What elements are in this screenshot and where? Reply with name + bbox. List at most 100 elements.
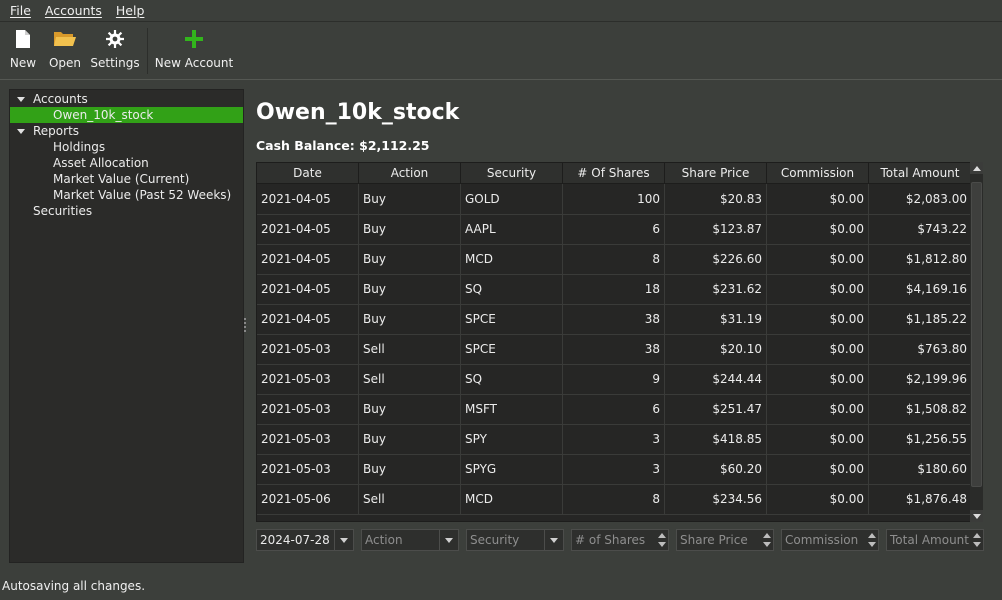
table-row[interactable]: 2021-04-05 Buy SQ 18 $231.62 $0.00 $4,169.16 <box>257 274 971 305</box>
cell-shares[interactable]: 8 <box>563 484 665 514</box>
column-header-security[interactable]: Security <box>461 163 563 183</box>
cell-share-price[interactable]: $31.19 <box>665 304 767 334</box>
cell-security[interactable]: SPCE <box>461 334 563 364</box>
cell-commission[interactable]: $0.00 <box>767 364 869 394</box>
menu-help[interactable]: Help <box>116 3 145 18</box>
cell-commission[interactable]: $0.00 <box>767 184 869 214</box>
action-select[interactable]: Action <box>361 529 459 551</box>
security-dropdown-button[interactable] <box>544 530 563 550</box>
tree-item-holdings[interactable]: Holdings <box>10 139 243 155</box>
cell-action[interactable]: Buy <box>359 424 461 454</box>
cell-security[interactable]: SPYG <box>461 454 563 484</box>
column-header-shares[interactable]: # Of Shares <box>563 163 665 183</box>
column-header-date[interactable]: Date <box>257 163 359 183</box>
tree-item-securities[interactable]: Securities <box>10 203 243 219</box>
cell-shares[interactable]: 18 <box>563 274 665 304</box>
cell-date[interactable]: 2021-04-05 <box>257 184 359 214</box>
cell-security[interactable]: AAPL <box>461 214 563 244</box>
date-input[interactable]: 2024-07-28 <box>256 529 354 551</box>
commission-spinner[interactable] <box>866 530 878 550</box>
cell-action[interactable]: Sell <box>359 334 461 364</box>
table-row[interactable]: 2021-05-03 Buy MSFT 6 $251.47 $0.00 $1,508.82 <box>257 394 971 425</box>
tree-item-owen-account[interactable]: Owen_10k_stock <box>10 107 243 123</box>
commission-input[interactable]: Commission <box>781 529 879 551</box>
cell-total-amount[interactable]: $180.60 <box>869 454 971 484</box>
cell-security[interactable]: MCD <box>461 484 563 514</box>
new-button[interactable]: New <box>8 28 38 74</box>
cell-commission[interactable]: $0.00 <box>767 334 869 364</box>
cell-shares[interactable]: 100 <box>563 184 665 214</box>
table-row[interactable]: 2021-04-05 Buy GOLD 100 $20.83 $0.00 $2,083.00 <box>257 184 971 215</box>
cell-date[interactable]: 2021-05-06 <box>257 484 359 514</box>
cell-share-price[interactable]: $123.87 <box>665 214 767 244</box>
cell-date[interactable]: 2021-04-05 <box>257 214 359 244</box>
date-dropdown-button[interactable] <box>334 530 353 550</box>
cell-share-price[interactable]: $60.20 <box>665 454 767 484</box>
cell-action[interactable]: Buy <box>359 394 461 424</box>
cell-shares[interactable]: 6 <box>563 214 665 244</box>
new-account-button[interactable]: New Account <box>155 28 233 74</box>
cell-total-amount[interactable]: $743.22 <box>869 214 971 244</box>
scroll-down-button[interactable] <box>970 510 983 522</box>
share-price-spinner[interactable] <box>761 530 773 550</box>
cell-commission[interactable]: $0.00 <box>767 304 869 334</box>
cell-action[interactable]: Buy <box>359 214 461 244</box>
shares-spinner[interactable] <box>656 530 668 550</box>
table-row[interactable]: 2021-04-05 Buy SPCE 38 $31.19 $0.00 $1,185.22 <box>257 304 971 335</box>
cell-commission[interactable]: $0.00 <box>767 244 869 274</box>
table-scrollbar[interactable] <box>970 162 983 522</box>
cell-date[interactable]: 2021-05-03 <box>257 454 359 484</box>
cell-total-amount[interactable]: $763.80 <box>869 334 971 364</box>
total-amount-input[interactable]: Total Amount <box>886 529 984 551</box>
cell-commission[interactable]: $0.00 <box>767 394 869 424</box>
scrollbar-thumb[interactable] <box>971 182 982 487</box>
cell-shares[interactable]: 6 <box>563 394 665 424</box>
cell-total-amount[interactable]: $2,199.96 <box>869 364 971 394</box>
cell-date[interactable]: 2021-05-03 <box>257 364 359 394</box>
cell-security[interactable]: SQ <box>461 274 563 304</box>
security-select[interactable]: Security <box>466 529 564 551</box>
cell-commission[interactable]: $0.00 <box>767 214 869 244</box>
cell-date[interactable]: 2021-05-03 <box>257 424 359 454</box>
cell-share-price[interactable]: $418.85 <box>665 424 767 454</box>
expand-arrow-icon[interactable] <box>17 129 25 134</box>
cell-commission[interactable]: $0.00 <box>767 454 869 484</box>
cell-date[interactable]: 2021-04-05 <box>257 244 359 274</box>
cell-action[interactable]: Sell <box>359 484 461 514</box>
cell-security[interactable]: GOLD <box>461 184 563 214</box>
menu-file[interactable]: File <box>10 3 31 18</box>
cell-share-price[interactable]: $251.47 <box>665 394 767 424</box>
tree-item-market-value-current[interactable]: Market Value (Current) <box>10 171 243 187</box>
cell-date[interactable]: 2021-04-05 <box>257 274 359 304</box>
cell-security[interactable]: SPY <box>461 424 563 454</box>
cell-total-amount[interactable]: $1,256.55 <box>869 424 971 454</box>
share-price-input[interactable]: Share Price <box>676 529 774 551</box>
cell-commission[interactable]: $0.00 <box>767 274 869 304</box>
cell-shares[interactable]: 3 <box>563 424 665 454</box>
settings-button[interactable]: Settings <box>90 28 140 74</box>
cell-total-amount[interactable]: $2,083.00 <box>869 184 971 214</box>
table-row[interactable]: 2021-05-03 Buy SPYG 3 $60.20 $0.00 $180.60 <box>257 454 971 485</box>
cell-commission[interactable]: $0.00 <box>767 484 869 514</box>
cell-action[interactable]: Buy <box>359 244 461 274</box>
cell-security[interactable]: SPCE <box>461 304 563 334</box>
cell-date[interactable]: 2021-05-03 <box>257 334 359 364</box>
cell-security[interactable]: MSFT <box>461 394 563 424</box>
action-dropdown-button[interactable] <box>439 530 458 550</box>
cell-date[interactable]: 2021-05-03 <box>257 394 359 424</box>
cell-share-price[interactable]: $226.60 <box>665 244 767 274</box>
cell-share-price[interactable]: $20.10 <box>665 334 767 364</box>
column-header-total-amount[interactable]: Total Amount <box>869 163 971 183</box>
cell-total-amount[interactable]: $1,876.48 <box>869 484 971 514</box>
cell-share-price[interactable]: $244.44 <box>665 364 767 394</box>
table-row[interactable]: 2021-05-06 Sell MCD 8 $234.56 $0.00 $1,876.48 <box>257 484 971 515</box>
cell-action[interactable]: Buy <box>359 304 461 334</box>
tree-item-accounts[interactable]: Accounts <box>10 91 243 107</box>
cell-security[interactable]: MCD <box>461 244 563 274</box>
table-row[interactable]: 2021-05-03 Sell SQ 9 $244.44 $0.00 $2,199.96 <box>257 364 971 395</box>
cell-action[interactable]: Buy <box>359 184 461 214</box>
table-row[interactable]: 2021-04-05 Buy AAPL 6 $123.87 $0.00 $743.22 <box>257 214 971 245</box>
column-header-commission[interactable]: Commission <box>767 163 869 183</box>
cell-shares[interactable]: 3 <box>563 454 665 484</box>
cell-security[interactable]: SQ <box>461 364 563 394</box>
